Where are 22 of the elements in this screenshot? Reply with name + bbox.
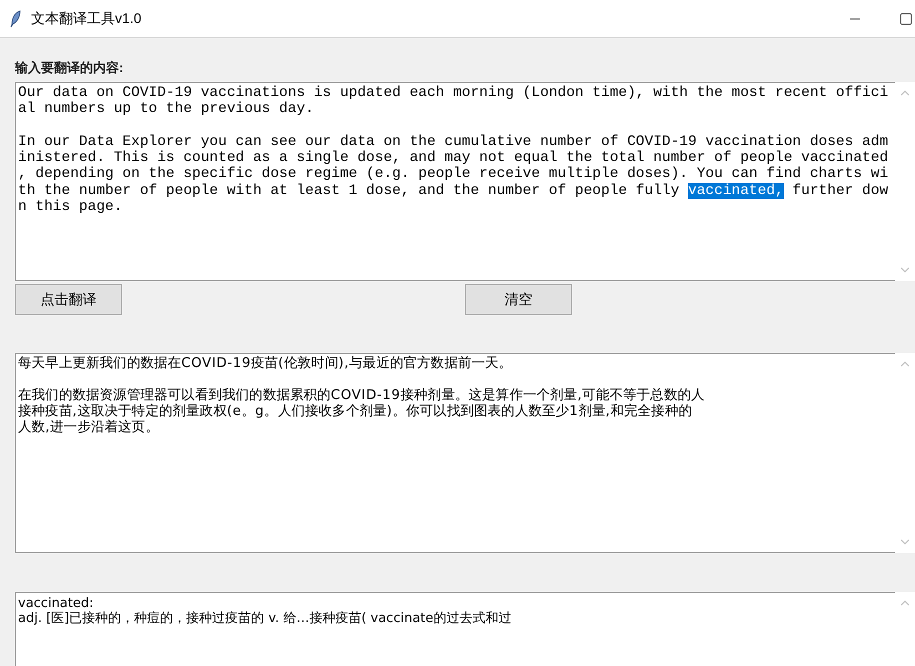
translation-text-line: 接种疫苗,这取决于特定的剂量政权(e。g。人们接收多个剂量)。你可以找到图表的人数至少1剂量,和完全接种的 xyxy=(18,404,694,420)
lookup-text-line: vaccinated: xyxy=(18,596,94,611)
window-title: 文本翻译工具v1.0 xyxy=(31,9,142,28)
lookup-text-line: adj. [医]已接种的，种痘的，接种过疫苗的 v. 给…接种疫苗( vaccinate的过去式和过 xyxy=(18,611,512,626)
translation-text-area[interactable]: 每天早上更新我们的数据在COVID-19疫苗(伦敦时间),与最近的官方数据前一天。 在我们的数据资源管理器可以看到我们的数据累积的COVID-19接种剂量。这是算作一个剂量,可能不等于总数的人 接种疫苗,这取决于特定的剂量政权(e。g。人们接收多个剂量)。你可以找到图表的人数至少1剂量,和完全接种的 人数,进一步沿着这页。 xyxy=(15,353,895,553)
input-text-line: th the number of people with at least 1 dose, and the number of people fully vaccinated, further dow xyxy=(18,182,890,200)
feather-icon xyxy=(10,10,22,28)
input-text-line: , depending on the specific dose regime (e.g. people receive multiple doses). You can find charts wi xyxy=(18,166,890,183)
toolbar-button[interactable]: 清空 xyxy=(465,284,572,315)
translation-text-line: 人数,进一步沿着这页。 xyxy=(18,420,160,436)
toolbar-button[interactable]: 点击翻译 xyxy=(15,284,122,315)
input-text-line: inistered. This is counted as a single dose, and may not equal the total number of people vaccinated xyxy=(18,150,890,166)
lookup-text-area[interactable]: vaccinated: adj. [医]已接种的，种痘的，接种过疫苗的 v. 给…接种疫苗( vaccinate的过去式和过 xyxy=(15,592,895,666)
maximize-icon[interactable] xyxy=(899,12,913,26)
input-text-line: n this page. xyxy=(18,199,124,216)
translation-text-line: 在我们的数据资源管理器可以看到我们的数据累积的COVID-19接种剂量。这是算作一个剂量,可能不等于总数的人 xyxy=(18,388,706,404)
input-text-area[interactable] xyxy=(15,82,895,281)
input-label: 输入要翻译的内容: xyxy=(15,60,124,76)
translation-text-line: 每天早上更新我们的数据在COVID-19疫苗(伦敦时间),与最近的官方数据前一天。 xyxy=(18,356,514,372)
input-text-line: al numbers up to the previous day. xyxy=(18,101,315,118)
input-text-line: In our Data Explorer you can see our data on the cumulative number of COVID-19 vaccination doses adm xyxy=(18,134,890,150)
input-text-line: Our data on COVID-19 vaccinations is updated each morning (London time), with the most recent offici xyxy=(18,85,890,102)
